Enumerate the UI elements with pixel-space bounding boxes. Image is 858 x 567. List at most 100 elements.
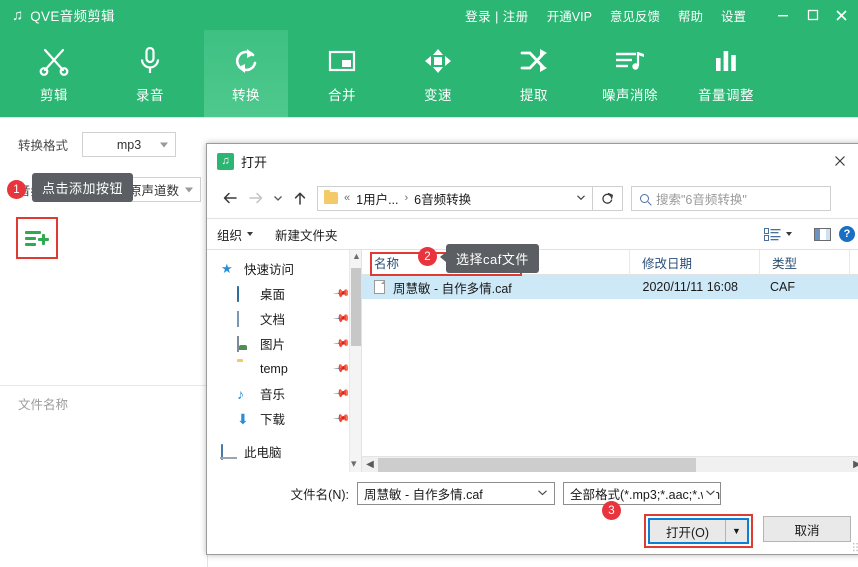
sidebar-item-temp[interactable]: temp 📌: [207, 356, 361, 381]
sidebar-item-pictures[interactable]: 图片 📌: [207, 331, 361, 356]
tool-label: 音量调整: [698, 88, 754, 103]
format-select[interactable]: mp3: [82, 132, 177, 157]
open-dropdown-button[interactable]: ▼: [725, 520, 747, 542]
feedback-link[interactable]: 意见反馈: [610, 6, 660, 25]
music-note-icon: ♫: [12, 6, 24, 24]
sidebar-item-documents[interactable]: 文档 📌: [207, 306, 361, 331]
refresh-icon: [602, 192, 613, 204]
view-options-caret[interactable]: [786, 232, 792, 236]
caret-down-icon: ▼: [732, 526, 741, 536]
merge-frame-icon: [326, 44, 358, 78]
scroll-right-icon[interactable]: ▶: [849, 459, 858, 470]
scroll-up-icon[interactable]: ▲: [352, 251, 361, 261]
tool-merge[interactable]: 合并: [300, 30, 384, 118]
chevron-down-icon[interactable]: [576, 193, 586, 204]
address-bar[interactable]: « 1用户... › 6音频转换: [317, 185, 593, 211]
window-controls: [768, 0, 858, 30]
preview-pane-icon[interactable]: [814, 227, 831, 241]
open-button[interactable]: 打开(O) ▼: [647, 518, 749, 544]
hscroll-thumb[interactable]: [378, 457, 696, 472]
help-link[interactable]: 帮助: [678, 6, 703, 25]
hscroll-track[interactable]: [378, 457, 849, 473]
filename-value: 周慧敏 - 自作多情.caf: [364, 488, 483, 502]
dialog-footer: 文件名(N): 周慧敏 - 自作多情.caf 全部格式(*.mp3;*.aac;…: [207, 472, 858, 548]
up-button[interactable]: [287, 185, 313, 211]
view-list-icon[interactable]: [764, 227, 781, 241]
arrow-left-icon: [223, 192, 237, 204]
sidebar-item-label: 图片: [260, 338, 286, 352]
file-icon: [374, 280, 385, 294]
login-register-link[interactable]: 登录 | 注册: [465, 6, 529, 25]
sidebar-item-desktop[interactable]: 桌面 📌: [207, 281, 361, 306]
desktop-icon: [237, 285, 253, 302]
callout-tooltip-2: 选择caf文件: [446, 244, 539, 273]
help-icon[interactable]: ?: [839, 226, 855, 242]
title-bar: ♫ QVE音频剪辑 登录 | 注册 开通VIP 意见反馈 帮助 设置: [0, 0, 858, 30]
tool-extract[interactable]: 提取: [492, 30, 576, 118]
breadcrumb-item-1[interactable]: 1用户...: [356, 189, 398, 208]
sidebar-item-label: temp: [260, 361, 288, 376]
tool-edit[interactable]: 剪辑: [12, 30, 96, 118]
table-row[interactable]: 周慧敏 - 自作多情.caf 2020/11/11 16:08 CAF: [362, 275, 858, 299]
organize-menu[interactable]: 组织: [217, 225, 254, 244]
dialog-buttons: 打开(O) ▼ 取消: [221, 505, 851, 548]
titlebar-menu: 登录 | 注册 开通VIP 意见反馈 帮助 设置: [465, 6, 746, 25]
sidebar-scrollbar[interactable]: ▲ ▾: [349, 250, 361, 472]
app-title: QVE音频剪辑: [30, 9, 115, 24]
column-header-modified[interactable]: 修改日期: [630, 249, 760, 275]
scroll-left-icon[interactable]: ◀: [362, 459, 378, 470]
filename-row: 文件名(N): 周慧敏 - 自作多情.caf 全部格式(*.mp3;*.aac;…: [221, 482, 851, 505]
speed-arrows-icon: [422, 44, 454, 78]
arrow-up-icon: [294, 192, 306, 205]
tool-convert[interactable]: 转换: [204, 30, 288, 118]
microphone-icon: [134, 44, 166, 78]
sidebar-item-this-pc[interactable]: 此电脑: [207, 439, 361, 464]
file-list: 名称 修改日期 类型 周慧敏 - 自作多情.caf 2020/11/11 16:…: [362, 249, 858, 472]
tool-label: 变速: [424, 88, 452, 103]
main-toolbar: 剪辑 录音 转换 合并 变速 提取 噪声消除 音量调整: [0, 30, 858, 118]
pictures-icon: [237, 335, 253, 352]
settings-link[interactable]: 设置: [721, 6, 746, 25]
maximize-button[interactable]: [798, 0, 828, 30]
sidebar-item-quick-access[interactable]: ★ 快速访问: [207, 256, 361, 281]
cancel-button[interactable]: 取消: [763, 516, 851, 542]
close-button[interactable]: [828, 0, 858, 30]
tool-noise-removal[interactable]: 噪声消除: [588, 30, 672, 118]
recent-locations-button[interactable]: [269, 185, 287, 211]
sidebar-item-music[interactable]: ♪ 音乐 📌: [207, 381, 361, 406]
file-type-cell: CAF: [770, 280, 795, 294]
chevron-down-icon[interactable]: [537, 488, 548, 499]
resize-grip[interactable]: [852, 542, 858, 552]
chevron-down-icon[interactable]: [703, 488, 716, 499]
dialog-close-button[interactable]: [823, 146, 857, 176]
forward-button[interactable]: [243, 185, 269, 211]
vip-link[interactable]: 开通VIP: [547, 6, 592, 25]
tool-record[interactable]: 录音: [108, 30, 192, 118]
add-file-button[interactable]: [16, 217, 58, 259]
breadcrumb-item-2[interactable]: 6音频转换: [414, 189, 471, 208]
sidebar-item-downloads[interactable]: ⬇ 下载 📌: [207, 406, 361, 431]
file-name-text: 周慧敏 - 自作多情.caf: [393, 281, 512, 296]
format-row: 转换格式 mp3: [0, 118, 208, 157]
column-header-type[interactable]: 类型: [760, 249, 850, 275]
scissors-icon: [38, 44, 70, 78]
cancel-button-label: 取消: [794, 523, 820, 538]
filename-input[interactable]: 周慧敏 - 自作多情.caf: [357, 482, 555, 505]
filetype-select[interactable]: 全部格式(*.mp3;*.aac;*.wma;*.: [563, 482, 721, 505]
tool-speed[interactable]: 变速: [396, 30, 480, 118]
search-placeholder: 搜索"6音频转换": [656, 192, 747, 207]
file-list-hscrollbar[interactable]: ◀ ▶: [362, 456, 858, 472]
search-input[interactable]: 搜索"6音频转换": [631, 185, 831, 211]
folder-icon: [237, 362, 253, 376]
minimize-button[interactable]: [768, 0, 798, 30]
tool-volume-adjust[interactable]: 音量调整: [684, 30, 768, 118]
scrollbar-thumb[interactable]: [351, 268, 361, 346]
tool-label: 录音: [136, 88, 164, 103]
open-file-dialog: ♫ 打开 « 1用户... › 6音频转换 搜索"6音频转换" 组织 新建文件夹…: [206, 143, 858, 555]
scroll-down-icon[interactable]: ▾: [351, 457, 357, 470]
back-button[interactable]: [217, 185, 243, 211]
callout-badge-3: 3: [602, 501, 621, 520]
convert-refresh-icon: [230, 44, 262, 78]
refresh-button[interactable]: [593, 185, 623, 211]
new-folder-button[interactable]: 新建文件夹: [275, 225, 338, 244]
